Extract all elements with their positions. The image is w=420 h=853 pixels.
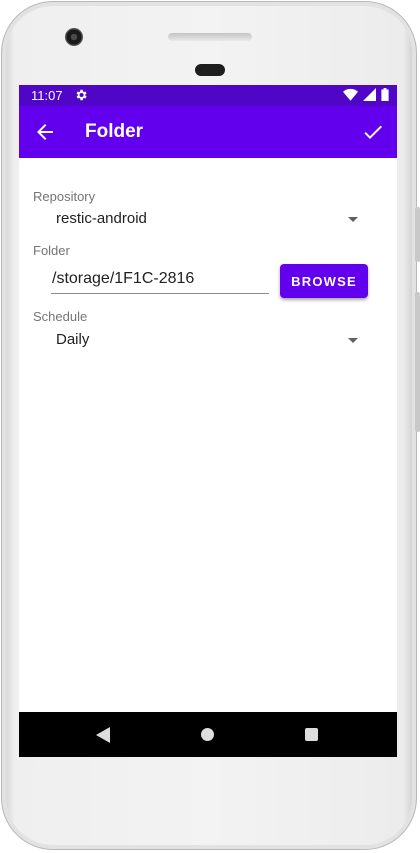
folder-label: Folder	[33, 243, 70, 258]
app-bar: Folder	[19, 106, 397, 158]
folder-path-input[interactable]	[51, 264, 269, 294]
battery-icon	[381, 88, 389, 101]
status-bar: 11:07	[19, 85, 397, 106]
repository-dropdown[interactable]: restic-android	[33, 204, 358, 234]
signal-icon	[363, 88, 376, 101]
back-arrow-icon[interactable]	[33, 120, 57, 144]
dropdown-arrow-icon	[348, 217, 358, 222]
page-title: Folder	[85, 121, 144, 142]
checkmark-icon[interactable]	[361, 120, 385, 144]
nav-back-icon[interactable]	[96, 727, 110, 743]
schedule-value: Daily	[56, 331, 90, 348]
schedule-label: Schedule	[33, 309, 88, 324]
schedule-dropdown[interactable]: Daily	[33, 325, 358, 355]
settings-icon	[76, 89, 87, 101]
wifi-icon	[343, 88, 358, 101]
system-nav-bar	[19, 712, 397, 757]
status-time: 11:07	[31, 88, 63, 103]
front-camera	[65, 28, 83, 46]
earpiece-speaker	[168, 33, 252, 41]
proximity-sensor	[195, 64, 225, 76]
repository-value: restic-android	[56, 210, 147, 227]
nav-home-icon[interactable]	[201, 728, 214, 741]
power-button	[415, 207, 420, 262]
browse-button[interactable]: BROWSE	[280, 264, 368, 298]
nav-recents-icon[interactable]	[305, 728, 318, 741]
status-indicators	[343, 88, 389, 101]
volume-button	[415, 292, 420, 432]
app-screen: 11:07 Folder Repository restic-android F…	[19, 85, 397, 757]
dropdown-arrow-icon	[348, 338, 358, 343]
repository-label: Repository	[33, 189, 96, 204]
